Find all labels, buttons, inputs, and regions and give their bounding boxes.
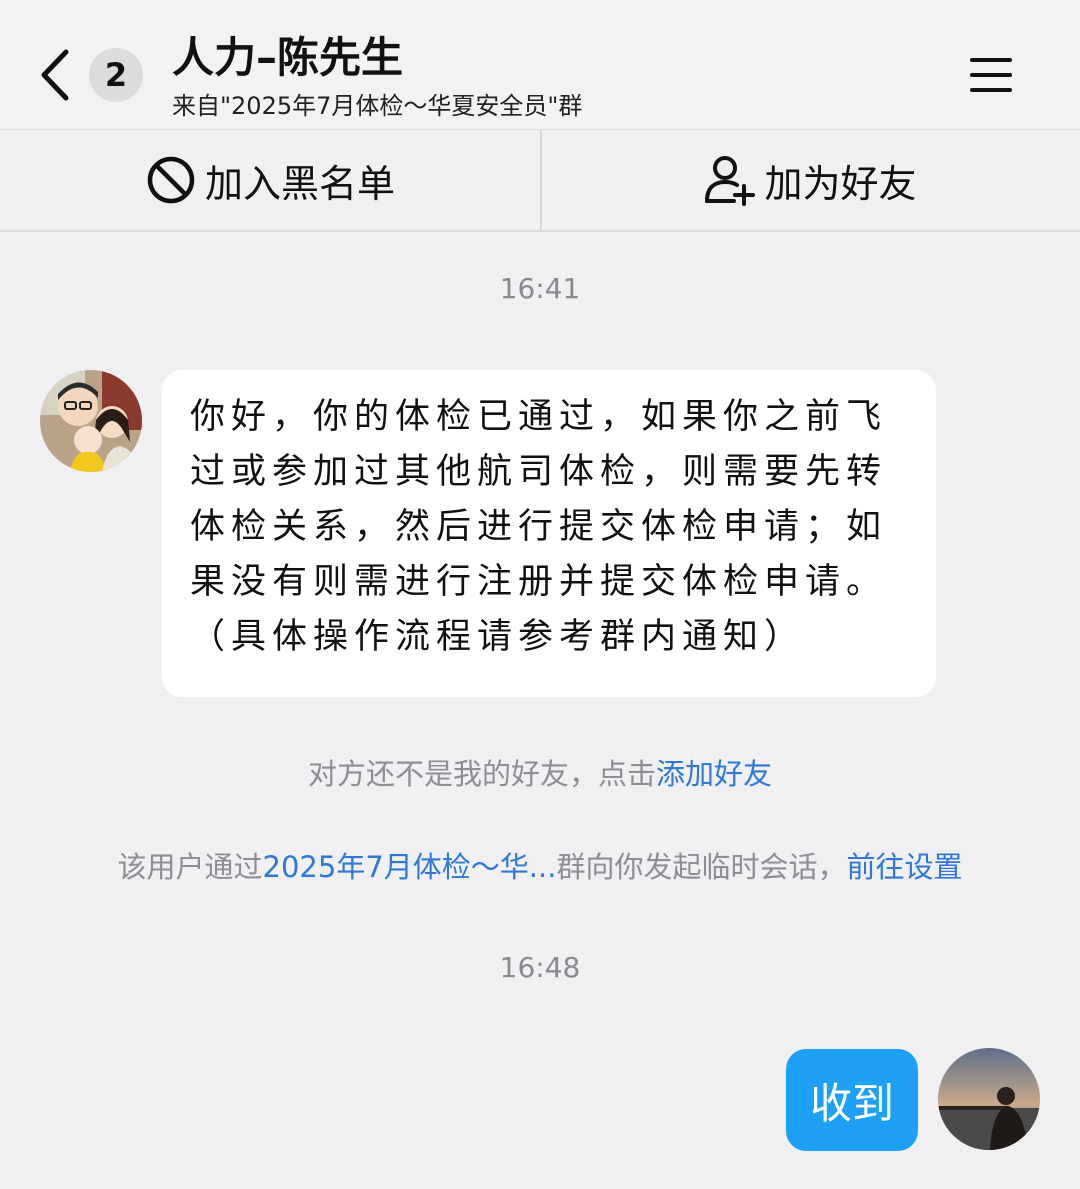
block-icon bbox=[147, 156, 195, 204]
add-friend-label: 加为好友 bbox=[764, 161, 917, 206]
blacklist-button[interactable]: 加入黑名单 bbox=[0, 130, 540, 230]
chat-header: 2 人力–陈先生 来自"2025年7月体检～华夏安全员"群 bbox=[0, 0, 1080, 128]
chat-subtitle: 来自"2025年7月体检～华夏安全员"群 bbox=[172, 92, 583, 120]
cartoon-family-avatar-image bbox=[40, 370, 142, 472]
group-link[interactable]: 2025年7月体检～华... bbox=[263, 850, 557, 884]
outgoing-message-bubble[interactable]: 收到 bbox=[786, 1049, 918, 1151]
incoming-message-text: 你好，你的体检已通过，如果你之前飞过或参加过其他航司体检，则需要先转体检关系，然… bbox=[190, 397, 888, 657]
message-timestamp: 16:48 bbox=[499, 951, 581, 984]
back-button[interactable] bbox=[32, 46, 78, 104]
settings-link[interactable]: 前往设置 bbox=[846, 850, 962, 884]
my-avatar[interactable] bbox=[938, 1048, 1040, 1150]
blacklist-label: 加入黑名单 bbox=[204, 161, 395, 206]
not-friend-notice-text: 对方还不是我的好友，点击 bbox=[307, 757, 656, 791]
action-bar: 加入黑名单 加为好友 bbox=[0, 129, 1080, 232]
hamburger-menu-icon bbox=[970, 58, 1012, 62]
unread-count-badge[interactable]: 2 bbox=[89, 48, 143, 102]
incoming-message-bubble[interactable]: 你好，你的体检已通过，如果你之前飞过或参加过其他航司体检，则需要先转体检关系，然… bbox=[162, 370, 936, 697]
temporary-chat-notice: 该用户通过2025年7月体检～华...群向你发起临时会话，前往设置 bbox=[0, 844, 1080, 886]
not-friend-notice: 对方还不是我的好友，点击添加好友 bbox=[0, 751, 1080, 793]
sunset-photo-avatar-image bbox=[938, 1048, 1040, 1150]
contact-avatar[interactable] bbox=[40, 370, 142, 472]
menu-button[interactable] bbox=[968, 52, 1014, 98]
outgoing-message-text: 收到 bbox=[809, 1078, 894, 1128]
chevron-left-icon bbox=[41, 49, 69, 101]
add-user-icon bbox=[705, 156, 756, 206]
add-friend-link[interactable]: 添加好友 bbox=[656, 757, 772, 791]
temp-chat-middle: 群向你发起临时会话， bbox=[556, 850, 847, 884]
chat-title: 人力–陈先生 bbox=[172, 33, 404, 82]
temp-chat-prefix: 该用户通过 bbox=[117, 850, 263, 884]
add-friend-button[interactable]: 加为好友 bbox=[541, 130, 1080, 230]
message-timestamp: 16:41 bbox=[499, 272, 581, 305]
